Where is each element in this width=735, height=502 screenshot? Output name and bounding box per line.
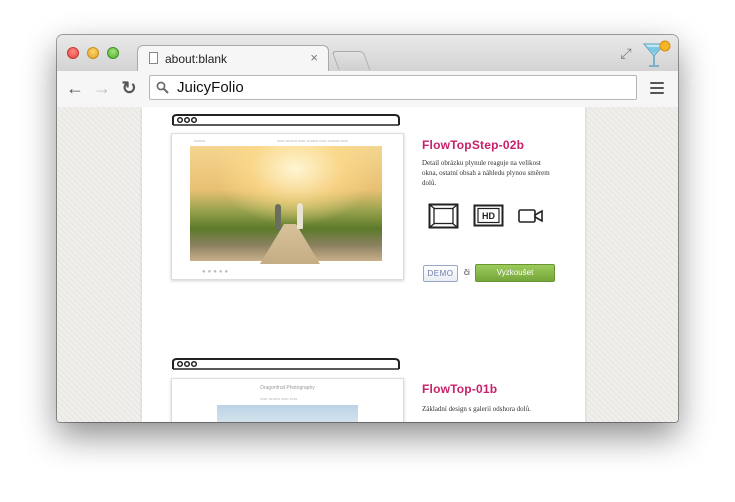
zoom-window-button[interactable] — [107, 47, 119, 59]
tab-about-blank[interactable]: about:blank × — [137, 45, 329, 72]
browser-sketch-frame — [172, 114, 400, 126]
svg-text:HD: HD — [482, 211, 495, 221]
theme-preview-screenshot[interactable]: ▭▭▭ ▭▭ ▭▭▭ ▭▭ ▭▭▭ ▭▭ ▭▭▭ ▭▭ ●●●●● — [171, 133, 404, 280]
close-window-button[interactable] — [67, 47, 79, 59]
fullscreen-icon[interactable]: ⤢ — [618, 45, 634, 61]
theme-description: Detail obrázku plynule reaguje na veliko… — [422, 159, 550, 187]
minimize-window-button[interactable] — [87, 47, 99, 59]
search-icon — [156, 81, 169, 94]
browser-toolbar: ← → ↻ JuicyFolio — [57, 71, 678, 108]
document-icon — [149, 52, 158, 64]
preview-site-title: Dragonfruit Photography — [260, 385, 315, 391]
title-bar: about:blank × ⤢ — [57, 35, 678, 72]
page-viewport: ▭▭▭ ▭▭ ▭▭▭ ▭▭ ▭▭▭ ▭▭ ▭▭▭ ▭▭ ●●●●● FlowTo… — [57, 107, 678, 422]
address-text: JuicyFolio — [177, 79, 244, 96]
theme-preview-screenshot[interactable]: Dragonfruit Photography ▭▭ ▭▭▭ ▭▭ ▭▭ — [171, 378, 404, 422]
back-icon[interactable]: ← — [65, 76, 85, 100]
address-bar[interactable]: JuicyFolio — [149, 75, 637, 100]
browser-sketch-frame — [172, 358, 400, 370]
fullscreen-feature-icon — [428, 203, 459, 229]
close-icon[interactable]: × — [310, 50, 318, 65]
menu-icon[interactable] — [650, 82, 664, 95]
video-feature-icon — [518, 209, 543, 223]
new-tab-button[interactable] — [331, 51, 371, 70]
theme-description: Základní design s galerií odshora dolů. — [422, 405, 531, 413]
tab-title: about:blank — [165, 52, 228, 66]
forward-icon[interactable]: → — [92, 76, 112, 100]
browser-window: about:blank × ⤢ ← → ↻ JuicyFolio ▭▭▭ ▭▭ … — [57, 35, 678, 422]
or-label: či — [464, 268, 470, 277]
preview-photo — [190, 146, 382, 264]
theme-list: ▭▭▭ ▭▭ ▭▭▭ ▭▭ ▭▭▭ ▭▭ ▭▭▭ ▭▭ ●●●●● FlowTo… — [142, 107, 585, 422]
reload-icon[interactable]: ↻ — [119, 76, 139, 100]
theme-title[interactable]: FlowTopStep-02b — [422, 138, 524, 152]
cocktail-icon — [642, 40, 671, 67]
try-button[interactable]: Vyzkoušet — [475, 264, 555, 282]
hd-feature-icon: HD — [473, 204, 504, 227]
demo-button[interactable]: DEMO — [423, 265, 458, 282]
preview-photo — [217, 405, 358, 422]
theme-title[interactable]: FlowTop-01b — [422, 382, 497, 396]
